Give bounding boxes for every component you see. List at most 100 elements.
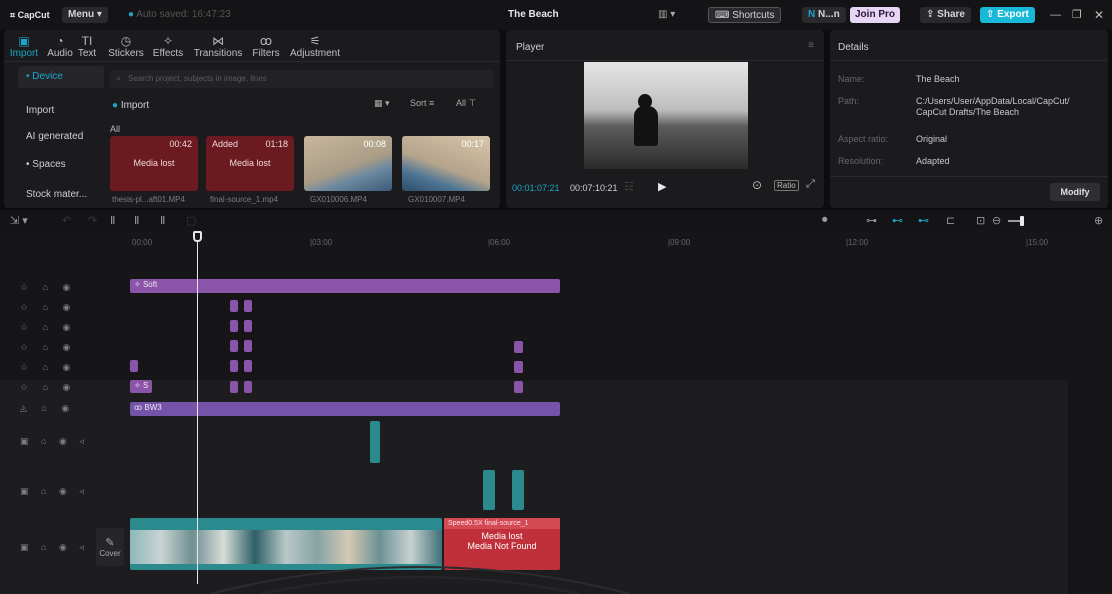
- minimize-icon[interactable]: —: [1050, 7, 1061, 23]
- media-card[interactable]: Added 01:18 Media lost: [206, 136, 294, 191]
- total-time: 00:07:10:21: [570, 183, 618, 193]
- export-button[interactable]: ⇧ Export: [980, 7, 1035, 23]
- effect-clip[interactable]: [514, 381, 523, 393]
- track-controls[interactable]: ☆ ⌂ ◉: [20, 382, 76, 393]
- join-pro-button[interactable]: Join Pro: [850, 7, 901, 23]
- sidebar-item-device[interactable]: • Device: [18, 66, 104, 88]
- effect-clip[interactable]: [230, 360, 238, 372]
- effect-clip[interactable]: [514, 361, 523, 373]
- playhead-handle[interactable]: [193, 231, 202, 242]
- overlay-clip[interactable]: [370, 421, 380, 463]
- overlay-clip[interactable]: [512, 470, 524, 510]
- track-controls[interactable]: ☆ ⌂ ◉: [20, 362, 76, 373]
- effect-clip-soft[interactable]: ✧ Soft: [130, 279, 560, 293]
- shortcuts-button[interactable]: ⌨ Shortcuts: [708, 7, 782, 23]
- effect-clip[interactable]: [244, 381, 252, 393]
- overlay-clip[interactable]: [483, 470, 495, 510]
- effect-clip[interactable]: [244, 340, 252, 352]
- tab-import[interactable]: ▣ Import: [6, 34, 42, 59]
- undo-icon[interactable]: ↶: [62, 214, 71, 227]
- tab-effects-label: Effects: [152, 48, 184, 59]
- tab-filters[interactable]: ꝏ Filters: [248, 34, 284, 59]
- effect-clip[interactable]: [130, 360, 138, 372]
- import-button[interactable]: ● Import: [112, 98, 149, 114]
- app-logo: ⌗ CapCut: [10, 10, 50, 20]
- media-card[interactable]: 00:08: [304, 136, 392, 191]
- effect-clip[interactable]: [244, 320, 252, 332]
- filter-clip-bw3[interactable]: ꝏ BW3: [130, 402, 560, 416]
- sidebar-item-spaces[interactable]: • Spaces: [18, 154, 104, 176]
- media-status: Media lost: [229, 158, 271, 168]
- link-icon[interactable]: ⊶: [866, 214, 877, 227]
- track-controls[interactable]: ☆ ⌂ ◉: [20, 302, 76, 313]
- effect-clip[interactable]: [514, 341, 523, 353]
- toolbar-tabs: ▣ Import ◔ Audio TI Text ◷ Stickers ✧ Effects…: [4, 30, 500, 62]
- user-button[interactable]: N N...n: [802, 7, 846, 23]
- sort-button[interactable]: Sort ≡: [410, 98, 434, 108]
- effect-clip-s[interactable]: ✧ S: [130, 380, 152, 393]
- effect-clip[interactable]: [244, 360, 252, 372]
- search-input[interactable]: ⌕ Search project, subjects in image, lin…: [110, 70, 494, 88]
- silhouette: [634, 106, 658, 146]
- share-button[interactable]: ⇪ Share: [920, 7, 971, 23]
- detail-label: Resolution:: [838, 156, 884, 166]
- track-controls[interactable]: ▣ ⌂ ◉ ◃: [20, 542, 89, 553]
- modify-button[interactable]: Modify: [1050, 183, 1100, 201]
- divider: [830, 176, 1108, 177]
- fullscreen-focus-icon[interactable]: ⊙: [752, 178, 762, 192]
- split-right-icon[interactable]: Ⅱ: [160, 214, 165, 227]
- effect-clip[interactable]: [244, 300, 252, 312]
- redo-icon[interactable]: ↷: [88, 214, 97, 227]
- view-toggle-icon[interactable]: ▦ ▾: [374, 98, 390, 109]
- split-icon[interactable]: Ⅱ: [110, 214, 115, 227]
- microphone-icon[interactable]: ⏺: [822, 214, 828, 227]
- clip-label: S: [142, 381, 149, 390]
- effect-clip[interactable]: [230, 320, 238, 332]
- sidebar-item-import[interactable]: Import: [18, 100, 104, 122]
- check-icon: ●: [128, 9, 135, 20]
- track-controls[interactable]: ☆ ⌂ ◉: [20, 322, 76, 333]
- effect-clip[interactable]: [230, 381, 238, 393]
- sort-label: Sort: [410, 98, 427, 108]
- layout-icon[interactable]: ▥ ▾: [658, 7, 675, 23]
- media-card[interactable]: 00:17: [402, 136, 490, 191]
- track-controls[interactable]: ▣ ⌂ ◉ ◃: [20, 436, 89, 447]
- expand-icon[interactable]: ⤢: [806, 178, 815, 191]
- tab-text[interactable]: TI Text: [72, 34, 102, 59]
- sidebar-item-stock[interactable]: Stock mater...: [18, 184, 104, 206]
- zoom-slider-handle[interactable]: [1020, 216, 1024, 226]
- player-menu-icon[interactable]: ≡: [808, 40, 814, 51]
- track-controls[interactable]: ☆ ⌂ ◉: [20, 282, 76, 293]
- track-controls[interactable]: ◬ ⌂ ◉: [20, 403, 75, 414]
- tab-effects[interactable]: ✧ Effects: [148, 34, 188, 59]
- tab-stickers[interactable]: ◷ Stickers: [104, 34, 148, 59]
- maximize-icon[interactable]: ❐: [1072, 7, 1082, 23]
- effect-clip[interactable]: [230, 340, 238, 352]
- tab-adjustment[interactable]: ⚟ Adjustment: [286, 34, 344, 59]
- snap-icon[interactable]: ⊷: [918, 214, 929, 227]
- track-controls[interactable]: ☆ ⌂ ◉: [20, 342, 76, 353]
- media-card[interactable]: 00:42 Media lost: [110, 136, 198, 191]
- split-left-icon[interactable]: Ⅱ: [134, 214, 139, 227]
- grid-icon[interactable]: ☷: [624, 180, 634, 193]
- effect-clip[interactable]: [230, 300, 238, 312]
- plus-icon: ●: [112, 100, 119, 111]
- select-tool-icon[interactable]: ⇲ ▾: [10, 214, 28, 227]
- delete-icon[interactable]: ▢: [186, 214, 196, 227]
- filter-all-button[interactable]: All ⊤: [456, 98, 476, 109]
- play-icon[interactable]: ▶: [658, 180, 666, 193]
- timeline-toolbar: ⇲ ▾ ↶ ↷ Ⅱ Ⅱ Ⅱ ▢ ⏺ ⊶ ⊷ ⊷ ⊏ ⊡ ⊖ ⊕: [0, 210, 1112, 230]
- playhead[interactable]: [197, 232, 198, 584]
- sidebar-item-ai-generated[interactable]: AI generated: [18, 126, 104, 148]
- ratio-button[interactable]: Ratio: [774, 180, 799, 191]
- cover-button[interactable]: ✎ Cover: [96, 528, 124, 566]
- track-controls[interactable]: ▣ ⌂ ◉ ◃: [20, 486, 89, 497]
- tab-transitions[interactable]: ⋈ Transitions: [190, 34, 246, 59]
- zoom-in-icon[interactable]: ⊕: [1094, 214, 1103, 227]
- magnet-icon[interactable]: ⊷: [892, 214, 903, 227]
- close-icon[interactable]: ✕: [1094, 7, 1104, 23]
- align-icon[interactable]: ⊏: [946, 214, 955, 227]
- zoom-out-icon[interactable]: ⊖: [992, 214, 1001, 227]
- preview-axis-icon[interactable]: ⊡: [976, 214, 985, 227]
- menu-button[interactable]: Menu ▾: [62, 7, 108, 23]
